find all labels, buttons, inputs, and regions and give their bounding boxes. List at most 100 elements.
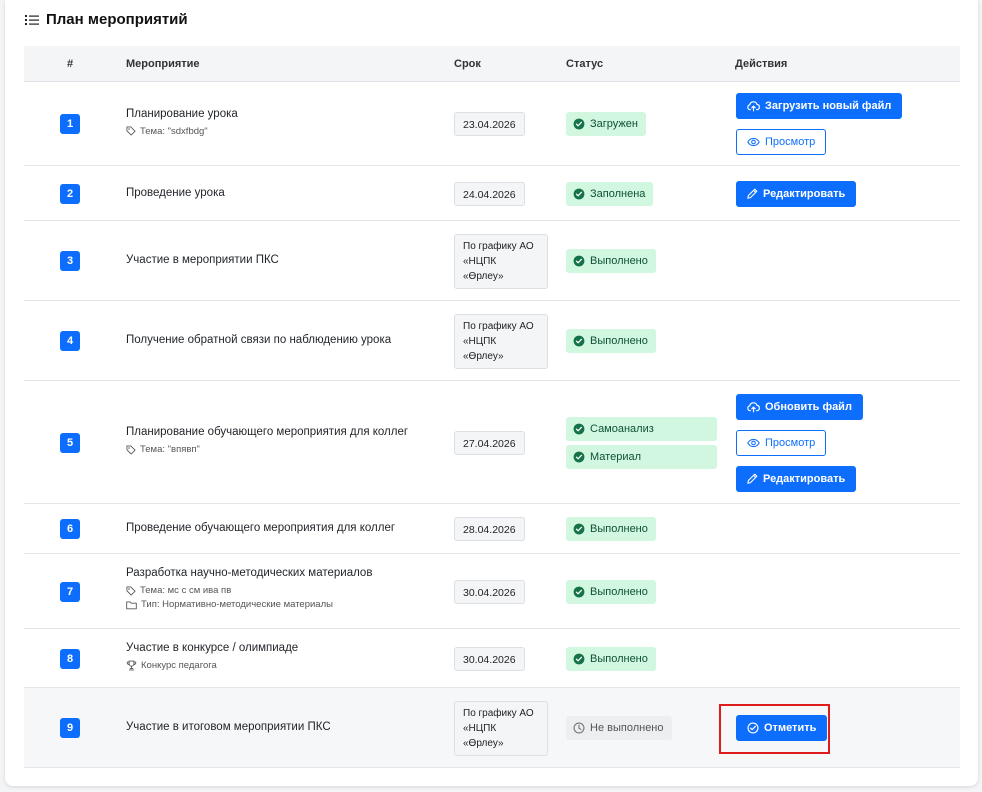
status-badge: Выполнено (566, 646, 656, 671)
check-circle-icon (573, 423, 585, 435)
column-header-num: # (67, 58, 74, 70)
upload-file-button[interactable]: Загрузить новый файл (736, 93, 903, 119)
status-badge: Выполнено (566, 579, 656, 604)
check-circle-icon (573, 255, 585, 267)
event-meta: Тема: мс с см ива пв (126, 585, 372, 596)
event-meta: Тип: Нормативно-методические материалы (126, 599, 372, 610)
page-title: План мероприятий (46, 11, 188, 28)
row-number-badge: 8 (60, 648, 80, 669)
trophy-icon (126, 660, 137, 671)
column-header-deadline: Срок (454, 58, 481, 70)
deadline-badge: 30.04.2026 (454, 579, 525, 604)
clock-icon (573, 722, 585, 734)
folder-icon (126, 600, 137, 610)
status-cell: Самоанализ Материал (566, 416, 717, 469)
status-cell: Выполнено (566, 249, 656, 273)
event-name: Получение обратной связи по наблюдению у… (126, 334, 392, 346)
event-meta: Тема: "sdxfbdg" (126, 126, 238, 137)
event-meta: Тема: "впявп" (126, 444, 408, 455)
button-label: Редактировать (763, 187, 846, 200)
view-button[interactable]: Просмотр (736, 429, 827, 456)
table-row: 1 Планирование урока Тема: "sdxfbdg" 23.04.… (24, 82, 960, 166)
button-label: Просмотр (765, 436, 816, 449)
status-badge: Загружен (566, 112, 646, 136)
view-button[interactable]: Просмотр (736, 129, 827, 155)
status-text: Не выполнено (590, 722, 664, 734)
event-cell: Разработка научно-методических материало… (126, 567, 372, 610)
button-label: Загрузить новый файл (765, 100, 892, 112)
button-label: Просмотр (765, 136, 816, 148)
event-cell: Получение обратной связи по наблюдению у… (126, 334, 391, 346)
event-name: Планирование урока (126, 107, 238, 120)
eye-icon (747, 137, 760, 147)
event-meta-text: Тема: "sdxfbdg" (140, 125, 208, 137)
actions-cell: Обновить файл Просмотр Редактировать (736, 393, 863, 492)
card-header: План мероприятий (25, 11, 188, 28)
row-number-badge: 2 (60, 183, 80, 204)
events-table: # Мероприятие Срок Статус Действия 1 План… (24, 46, 960, 768)
row-number-badge: 3 (60, 251, 80, 271)
deadline-badge: 24.04.2026 (454, 181, 525, 206)
list-icon (25, 14, 39, 26)
tag-icon (126, 586, 136, 596)
status-badge: Выполнено (566, 329, 656, 353)
status-badge: Самоанализ (566, 416, 717, 441)
event-cell: Проведение урока (126, 187, 225, 199)
row-number-badge: 6 (60, 519, 80, 539)
event-name: Проведение урока (126, 186, 225, 199)
column-header-actions: Действия (735, 58, 788, 70)
actions-cell: Отметить (719, 704, 830, 754)
table-row: 7 Разработка научно-методических материал… (24, 554, 960, 629)
status-text: Выполнено (590, 335, 648, 347)
status-text: Выполнено (590, 585, 648, 598)
deadline-badge: 30.04.2026 (454, 646, 525, 671)
tag-icon (126, 126, 136, 136)
event-name: Участие в конкурсе / олимпиаде (126, 642, 299, 654)
deadline-badge: 28.04.2026 (454, 517, 525, 541)
button-label: Редактировать (763, 472, 846, 485)
deadline-badge: 23.04.2026 (454, 112, 525, 136)
row-number-badge: 5 (60, 432, 80, 453)
status-cell: Выполнено (566, 517, 656, 541)
column-header-status: Статус (566, 58, 604, 70)
update-file-button[interactable]: Обновить файл (736, 393, 863, 420)
event-name: Планирование обучающего мероприятия для … (126, 426, 409, 438)
event-meta-text: Конкурс педагога (141, 660, 217, 671)
table-row: 4 Получение обратной связи по наблюдению … (24, 301, 960, 381)
status-cell: Выполнено (566, 579, 656, 604)
button-label: Обновить файл (765, 400, 852, 413)
status-text: Выполнено (590, 652, 648, 665)
status-cell: Заполнена (566, 181, 654, 206)
status-cell: Выполнено (566, 329, 656, 353)
status-text: Выполнено (590, 255, 648, 267)
actions-cell: Редактировать (736, 180, 857, 207)
deadline-badge: 27.04.2026 (454, 430, 525, 455)
event-name: Участие в итоговом мероприятии ПКС (126, 721, 331, 733)
edit-button[interactable]: Редактировать (736, 465, 857, 492)
table-header: # Мероприятие Срок Статус Действия (24, 46, 960, 82)
status-badge: Выполнено (566, 517, 656, 541)
event-cell: Проведение обучающего мероприятия для ко… (126, 522, 395, 534)
event-cell: Участие в конкурсе / олимпиаде Конкурс пе… (126, 642, 298, 671)
status-badge: Заполнена (566, 181, 654, 206)
status-text: Выполнено (590, 523, 648, 535)
table-row: 6 Проведение обучающего мероприятия для к… (24, 504, 960, 554)
edit-button[interactable]: Редактировать (736, 180, 857, 207)
deadline-badge: По графику АО «НЦПК «Өрлеу» (454, 701, 548, 756)
highlight-frame (719, 704, 830, 754)
event-cell: Участие в мероприятии ПКС (126, 254, 279, 266)
check-circle-icon (573, 586, 585, 598)
event-name: Разработка научно-методических материало… (126, 567, 373, 579)
cloud-upload-icon (747, 100, 760, 112)
check-circle-icon (573, 188, 585, 200)
status-badge: Выполнено (566, 249, 656, 273)
table-row: 5 Планирование обучающего мероприятия для… (24, 381, 960, 504)
row-number-badge: 7 (60, 581, 80, 602)
event-name: Участие в мероприятии ПКС (126, 254, 279, 266)
check-circle-icon (573, 653, 585, 665)
actions-cell: Загрузить новый файл Просмотр (736, 93, 903, 155)
event-cell: Планирование обучающего мероприятия для … (126, 426, 408, 455)
table-row: 3 Участие в мероприятии ПКС По графику АО … (24, 221, 960, 301)
pencil-icon (747, 188, 758, 199)
event-meta-text: Тема: "впявп" (140, 444, 200, 455)
